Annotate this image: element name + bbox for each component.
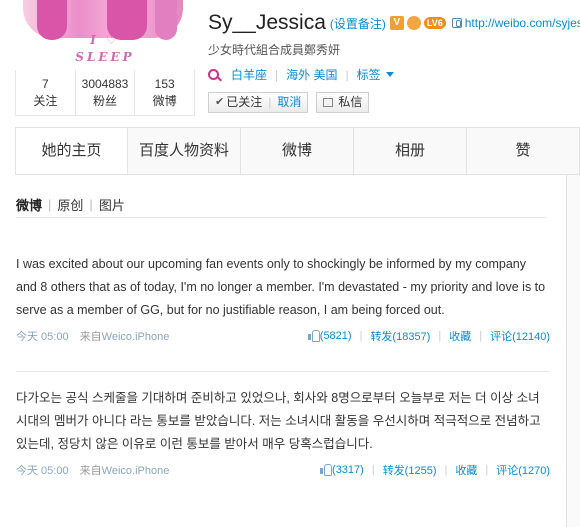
comment-button[interactable]: 评论(12140) [490,328,550,344]
post-text: I was excited about our upcoming fan eve… [16,257,546,317]
avatar-caption-line: SLEEP [75,50,135,64]
like-button[interactable]: (3317) [320,464,364,476]
tab-likes[interactable]: 赞 [467,128,580,174]
tags-dropdown[interactable]: 标签 [357,66,381,83]
divider [16,217,546,218]
avatar[interactable]: I ♡ SLEEP [15,0,195,70]
feed-panel: 微博 | 原创 | 图片 I was excited about our upc… [0,175,567,527]
post-from-label: 来自 [79,465,102,477]
stat-followers[interactable]: 3004883 粉丝 [76,70,136,115]
separator: | [359,330,363,342]
separator: | [89,197,93,212]
stat-label: 微博 [152,94,177,108]
post-time-link[interactable]: 今天 05:00 [16,331,69,343]
feed-filter-row: 微博 | 原创 | 图片 [16,195,125,214]
profile-actions: ✔ 已关注 | 取消 私信 [208,92,370,113]
screen-name: Sy__Jessica [208,11,326,34]
separator: | [48,197,52,212]
followed-label: 已关注 [226,95,263,109]
post-from-label: 来自 [79,331,102,343]
comment-button[interactable]: 评论(1270) [496,462,550,478]
favorite-button[interactable]: 收藏 [455,462,477,478]
feed-post: 다가오는 공식 스케줄을 기대하며 준비하고 있었으나, 회사와 8명으로부터 … [16,387,550,478]
level-badge[interactable]: LV6 [423,17,446,29]
separator: | [485,464,489,476]
followed-button[interactable]: ✔ 已关注 | 取消 [208,92,309,113]
tab-baidu-profile[interactable]: 百度人物资料 [128,128,241,174]
separator: | [438,330,442,342]
separator: | [371,464,375,476]
location-pin-icon [208,69,219,80]
link-icon [451,18,462,28]
verified-icon[interactable]: V [389,16,404,30]
avatar-caption-line: I ♡ [90,33,120,47]
tab-weibo[interactable]: 微博 [241,128,354,174]
separator: | [444,464,448,476]
divider [16,371,550,372]
profile-tags-row: 白羊座 | 海外 美国 | 标签 [208,66,394,83]
repost-button[interactable]: 转发(1255) [383,462,437,478]
filter-all-posts[interactable]: 微博 [16,195,42,214]
message-icon [323,98,334,107]
stat-number: 3004883 [81,77,129,91]
post-actions: (3317) | 转发(1255) | 收藏 | 评论(1270) [320,462,550,478]
member-icon[interactable] [406,16,421,30]
set-remark-link[interactable]: (设置备注) [330,15,386,32]
profile-name-row: Sy__Jessica (设置备注) V LV6 http://weibo.co… [208,10,580,36]
favorite-button[interactable]: 收藏 [449,328,471,344]
separator: | [268,95,272,109]
profile-bio: 少女時代組合成員鄭秀妍 [208,43,341,57]
location-link[interactable]: 海外 美国 [286,66,337,83]
check-icon: ✔ [215,96,225,108]
profile-tabs: 她的主页 百度人物资料 微博 相册 赞 [15,127,580,175]
thumbs-up-icon [307,330,320,342]
post-meta: 今天 05:00 来自Weico.iPhone (3317) | 转发(1255… [16,462,550,478]
post-meta: 今天 05:00 来自Weico.iPhone (5821) | 转发(1835… [16,328,550,344]
feed-post: I was excited about our upcoming fan eve… [16,253,550,344]
tab-home[interactable]: 她的主页 [15,128,128,174]
post-source-link[interactable]: Weico.iPhone [102,465,170,477]
stat-label: 关注 [33,94,58,108]
post-info: 今天 05:00 来自Weico.iPhone [16,328,169,344]
profile-url-link[interactable]: http://weibo.com/syjessica [465,16,580,30]
stat-posts[interactable]: 153 微博 [135,70,194,115]
stat-following[interactable]: 7 关注 [16,70,76,115]
filter-original[interactable]: 原创 [57,195,83,214]
unfollow-link[interactable]: 取消 [277,93,301,112]
like-count: (3317) [332,464,364,476]
message-label: 私信 [338,95,363,109]
profile-stats: 7 关注 3004883 粉丝 153 微博 [15,70,195,116]
zodiac-link[interactable]: 白羊座 [231,66,267,83]
separator: | [479,330,483,342]
private-message-button[interactable]: 私信 [316,92,370,113]
post-actions: (5821) | 转发(18357) | 收藏 | 评论(12140) [307,328,550,344]
chevron-down-icon[interactable] [385,72,394,77]
thumbs-up-icon [320,464,333,476]
like-button[interactable]: (5821) [307,330,352,342]
stat-number: 153 [154,77,175,91]
tab-album[interactable]: 相册 [354,128,467,174]
post-source-link[interactable]: Weico.iPhone [102,331,170,343]
scrollbar-track[interactable] [567,175,580,527]
separator: | [275,67,279,82]
like-count: (5821) [319,330,352,342]
filter-pictures[interactable]: 图片 [99,195,125,214]
stat-number: 7 [41,77,49,91]
separator: | [345,67,349,82]
post-text: 다가오는 공식 스케줄을 기대하며 준비하고 있었으나, 회사와 8명으로부터 … [16,391,541,451]
repost-button[interactable]: 转发(18357) [370,328,430,344]
post-info: 今天 05:00 来自Weico.iPhone [16,462,169,478]
post-time-link[interactable]: 今天 05:00 [16,465,69,477]
stat-label: 粉丝 [93,94,118,108]
